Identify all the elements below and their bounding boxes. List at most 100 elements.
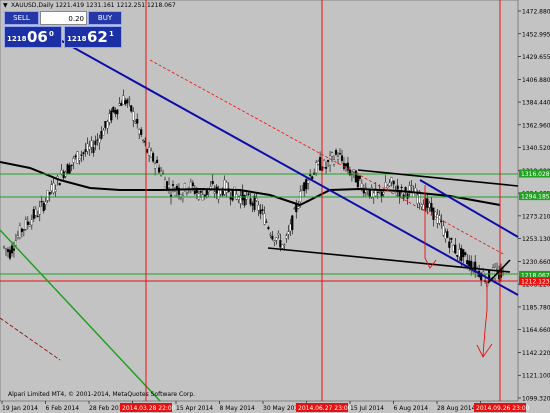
candle-body bbox=[301, 189, 304, 191]
candle-body bbox=[275, 237, 278, 241]
candle-body bbox=[2, 246, 6, 248]
candle-body bbox=[130, 105, 133, 112]
candle-body bbox=[36, 215, 39, 217]
candle-body bbox=[138, 129, 141, 135]
price-tick-label: 1185.780 bbox=[522, 304, 550, 311]
candle-body bbox=[156, 159, 159, 164]
plot-area bbox=[0, 0, 519, 402]
candle-body bbox=[84, 149, 87, 152]
candle-body bbox=[456, 255, 459, 257]
candle-body bbox=[323, 160, 326, 168]
candle-body bbox=[327, 160, 330, 162]
candle-body bbox=[195, 190, 198, 193]
candle-body bbox=[110, 110, 113, 121]
candle-body bbox=[142, 139, 145, 142]
candle-body bbox=[197, 193, 200, 200]
candle-body bbox=[6, 249, 10, 252]
candle-body bbox=[460, 248, 463, 261]
candle-body bbox=[52, 182, 55, 193]
candle-body bbox=[245, 195, 248, 200]
candle-body bbox=[132, 111, 135, 121]
candle-body bbox=[203, 194, 206, 197]
sell-button[interactable]: SELL bbox=[4, 11, 39, 25]
candle-body bbox=[293, 208, 296, 210]
price-tick-label: 1429.655 bbox=[522, 54, 550, 61]
candle-body bbox=[414, 187, 417, 195]
candle-body bbox=[251, 203, 254, 206]
time-tick-label: 6 Feb 2014 bbox=[46, 405, 80, 412]
candle-body bbox=[118, 103, 121, 106]
symbol-arrow-icon[interactable]: ▼ bbox=[3, 2, 8, 9]
lot-size-input[interactable] bbox=[40, 11, 87, 25]
candle-body bbox=[267, 227, 270, 230]
candle-body bbox=[259, 209, 262, 214]
time-tick-label: 19 Jan 2014 bbox=[2, 405, 38, 412]
chart-canvas[interactable]: 1472.880 1452.995 1429.655 1406.880 1384.440… bbox=[0, 0, 550, 413]
candle-body bbox=[66, 164, 69, 175]
candle-body bbox=[281, 244, 284, 249]
copyright-text: Alpari Limited MT4, © 2001-2014, MetaQuo… bbox=[8, 391, 195, 398]
candle-body bbox=[360, 183, 363, 189]
candle-body bbox=[328, 155, 332, 166]
candle-body bbox=[466, 260, 469, 265]
candle-body bbox=[428, 202, 431, 208]
bid-price-box[interactable]: 1218 06 0 bbox=[4, 26, 62, 48]
candle-body bbox=[28, 224, 31, 227]
candle-body bbox=[482, 271, 485, 274]
candle-body bbox=[134, 121, 137, 124]
candle-body bbox=[317, 161, 320, 165]
candle-body bbox=[247, 193, 250, 195]
candle-body bbox=[72, 158, 75, 163]
time-marker-badge-label: 2014.09.26 23:00 bbox=[476, 405, 530, 412]
time-tick-label: 15 Jul 2014 bbox=[350, 405, 384, 412]
candle-body bbox=[464, 252, 467, 255]
candle-body bbox=[362, 189, 365, 194]
candle-body bbox=[20, 228, 23, 233]
candle-body bbox=[426, 198, 429, 208]
buy-button[interactable]: BUY bbox=[88, 11, 122, 25]
candle-body bbox=[104, 121, 107, 128]
candle-body bbox=[219, 189, 222, 195]
candle-body bbox=[434, 211, 437, 220]
candle-body bbox=[30, 219, 33, 226]
candle-body bbox=[307, 180, 310, 184]
price-tick-label: 1099.320 bbox=[522, 396, 550, 403]
candle-body bbox=[356, 175, 359, 188]
candle-body bbox=[400, 186, 403, 189]
candle-body bbox=[18, 225, 21, 238]
bid-price-prefix: 1218 bbox=[7, 35, 27, 43]
candle-body bbox=[408, 185, 411, 191]
candle-body bbox=[70, 164, 73, 166]
candle-body bbox=[106, 121, 109, 129]
candle-body bbox=[241, 190, 244, 201]
candle-body bbox=[382, 192, 385, 195]
candle-body bbox=[432, 207, 435, 220]
candle-body bbox=[185, 192, 188, 194]
price-tick-label: 1384.440 bbox=[522, 100, 550, 107]
candle-body bbox=[440, 220, 443, 223]
candle-body bbox=[128, 98, 131, 100]
candle-body bbox=[102, 130, 105, 136]
candle-body bbox=[26, 221, 29, 225]
candle-body bbox=[38, 206, 41, 215]
candle-body bbox=[171, 184, 175, 186]
candle-body bbox=[46, 190, 49, 201]
candle-body bbox=[422, 204, 425, 210]
candle-body bbox=[410, 185, 413, 187]
candle-body bbox=[221, 190, 224, 196]
candle-body bbox=[368, 190, 371, 198]
candle-body bbox=[261, 209, 264, 211]
candle-body bbox=[173, 191, 177, 196]
time-tick-label: 28 Aug 2014 bbox=[437, 405, 476, 412]
candle-body bbox=[325, 167, 328, 169]
ask-price-box[interactable]: 1218 62 1 bbox=[64, 26, 122, 48]
candle-body bbox=[289, 223, 292, 232]
chart-title: XAUUSD,Daily 1221.419 1231.161 1212.251 … bbox=[11, 2, 176, 9]
candle-body bbox=[116, 109, 119, 115]
candle-body bbox=[126, 99, 129, 104]
one-click-trading-panel: SELL BUY 1218 06 0 1218 62 1 bbox=[4, 11, 122, 49]
time-tick-label: 6 Aug 2014 bbox=[394, 405, 429, 412]
candle-body bbox=[136, 118, 139, 124]
candle-body bbox=[249, 198, 252, 205]
candle-body bbox=[58, 183, 61, 186]
